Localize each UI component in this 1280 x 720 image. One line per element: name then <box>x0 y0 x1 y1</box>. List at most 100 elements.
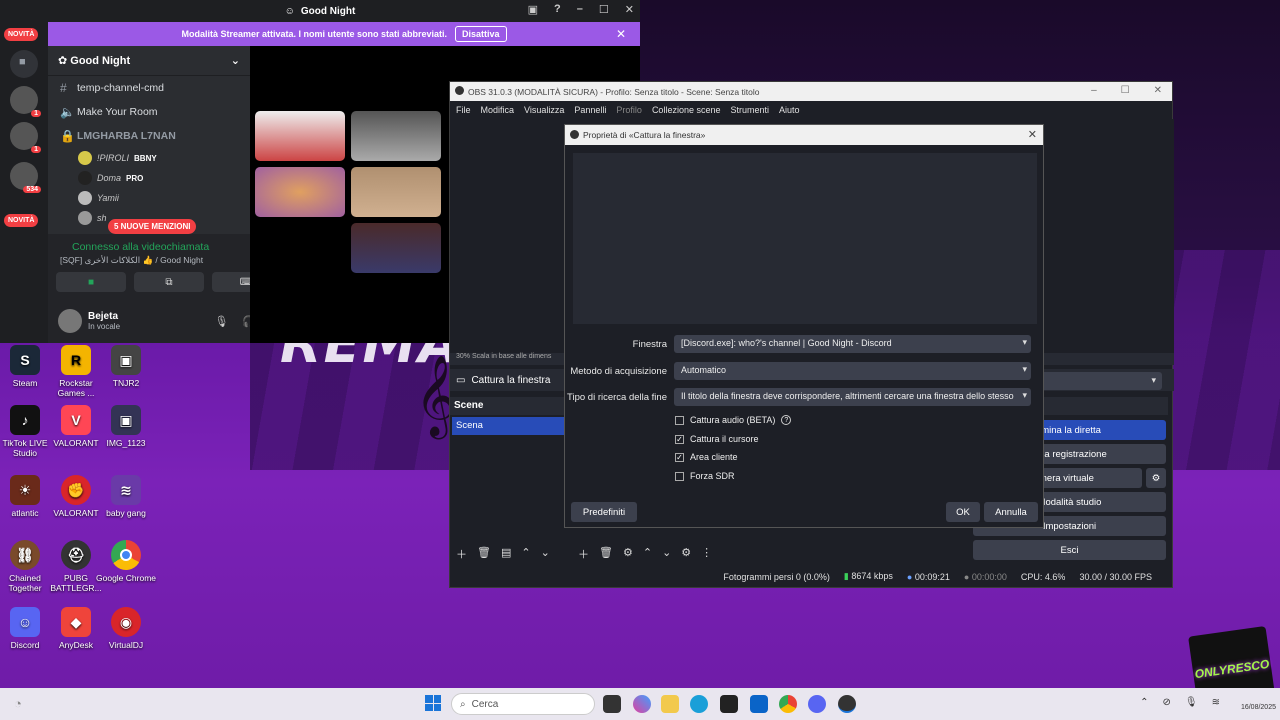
desktop-icon-chrome[interactable]: Google Chrome <box>96 540 156 583</box>
menu-visualizza[interactable]: Visualizza <box>524 105 564 115</box>
channel-make-your-room[interactable]: 🔈 Make Your Room <box>48 100 250 124</box>
maximize-icon[interactable]: ☐ <box>1121 85 1130 96</box>
microphone-icon[interactable]: 🎙 <box>1185 697 1198 708</box>
capture-audio-checkbox[interactable]: Cattura audio (BETA)? <box>675 415 792 425</box>
clock-date[interactable]: 16/08/2025 <box>1241 704 1276 711</box>
new-mentions-badge[interactable]: 5 NUOVE MENZIONI <box>108 219 197 234</box>
desktop-icon-virtualdj[interactable]: ◉ VirtualDJ <box>96 607 156 650</box>
task-view-icon[interactable] <box>603 695 621 713</box>
direct-messages-icon[interactable]: ■ <box>10 50 38 78</box>
window-select[interactable]: [Discord.exe]: who?'s channel | Good Nig… <box>674 335 1031 353</box>
menu-modifica[interactable]: Modifica <box>481 105 515 115</box>
camera-button[interactable]: ■ <box>56 272 126 292</box>
trash-icon[interactable]: 🗑 <box>599 546 613 562</box>
streamer-banner-text: Modalità Streamer attivata. I nomi utent… <box>181 29 448 39</box>
mixer-settings-icon[interactable]: ⚙ <box>681 546 691 562</box>
trash-icon[interactable]: 🗑 <box>477 546 491 562</box>
window-match-select[interactable]: Il titolo della finestra deve corrispond… <box>674 388 1031 406</box>
menu-file[interactable]: File <box>456 105 471 115</box>
desktop-icon-baby-gang[interactable]: ≋ baby gang <box>96 475 156 518</box>
virtual-camera-settings-button[interactable]: ⚙ <box>1146 468 1166 488</box>
server-icon[interactable]: 534 <box>10 162 41 193</box>
close-icon[interactable]: ✕ <box>1028 128 1037 141</box>
capture-cursor-checkbox[interactable]: ✓ Cattura il cursore <box>675 434 759 444</box>
checkbox[interactable] <box>675 471 684 481</box>
voice-user[interactable]: Doma PRO <box>48 168 250 188</box>
streamer-mode-banner: Modalità Streamer attivata. I nomi utent… <box>48 22 640 46</box>
screen-share-button[interactable]: ⧉ <box>134 272 204 292</box>
scene-list-item[interactable]: Scena <box>452 417 568 435</box>
search-input[interactable]: ⌕ Cerca <box>451 693 595 715</box>
voice-user[interactable]: !PIROLI BBNY <box>48 148 250 168</box>
store-icon[interactable] <box>720 695 738 713</box>
avatar <box>78 171 92 185</box>
guild-header[interactable]: ✿ Good Night ⌄ <box>48 46 250 76</box>
edge-icon[interactable] <box>690 695 708 713</box>
close-icon[interactable]: ✕ <box>1154 85 1162 96</box>
defaults-button[interactable]: Predefiniti <box>571 502 637 522</box>
desktop-icon-tnjr2[interactable]: ▣ TNJR2 <box>96 345 156 388</box>
wifi-icon[interactable]: ≋ <box>1212 697 1220 708</box>
gear-icon[interactable]: ⚙ <box>623 546 633 562</box>
avatar[interactable] <box>58 309 82 333</box>
menu-pannelli[interactable]: Pannelli <box>574 105 606 115</box>
close-icon[interactable]: ✕ <box>625 3 634 16</box>
discord-icon[interactable] <box>808 695 826 713</box>
help-icon[interactable]: ? <box>554 3 561 16</box>
help-icon[interactable]: ? <box>781 415 792 425</box>
arrow-down-icon[interactable]: ⌄ <box>541 546 550 562</box>
more-vertical-icon[interactable]: ⋮ <box>701 546 712 562</box>
chrome-icon[interactable] <box>779 695 797 713</box>
file-explorer-icon[interactable] <box>661 695 679 713</box>
maximize-icon[interactable]: ☐ <box>599 3 609 16</box>
media-icon: ≋ <box>111 475 141 505</box>
capture-method-label: Metodo di acquisizione <box>570 365 667 377</box>
add-icon[interactable]: ＋ <box>456 546 467 562</box>
menu-strumenti[interactable]: Strumenti <box>730 105 769 115</box>
menu-collezione-scene[interactable]: Collezione scene <box>652 105 721 115</box>
force-sdr-checkbox[interactable]: Forza SDR <box>675 471 735 481</box>
server-icon[interactable]: 1 <box>10 86 41 117</box>
inbox-icon[interactable]: ▣ <box>528 3 538 16</box>
microphone-icon[interactable]: 🎙 <box>214 315 228 328</box>
video-tile[interactable] <box>351 111 441 161</box>
widgets-icon[interactable]: ◔ <box>14 696 22 711</box>
voice-user[interactable]: Yamii <box>48 188 250 208</box>
arrow-up-icon[interactable]: ⌃ <box>521 546 530 562</box>
taskbar: ◔ ⌕ Cerca ⌃ ⊘ 🎙 ≋ 16/08/2025 <box>0 688 1280 720</box>
minimize-icon[interactable]: – <box>577 3 583 16</box>
copilot-icon[interactable] <box>633 695 651 713</box>
menu-aiuto[interactable]: Aiuto <box>779 105 800 115</box>
chevron-up-icon[interactable]: ⌃ <box>1140 697 1148 708</box>
menu-profilo[interactable]: Profilo <box>616 105 642 115</box>
close-banner-icon[interactable]: ✕ <box>616 27 626 41</box>
video-tile[interactable] <box>255 111 345 161</box>
minimize-icon[interactable]: – <box>1091 85 1097 96</box>
outlook-icon[interactable] <box>750 695 768 713</box>
video-tile[interactable] <box>351 223 441 273</box>
capture-method-select[interactable]: Automatico <box>674 362 1031 380</box>
client-area-checkbox[interactable]: ✓ Area cliente <box>675 452 738 462</box>
arrow-up-icon[interactable]: ⌃ <box>643 546 652 562</box>
channel-temp-channel-cmd[interactable]: # temp-channel-cmd <box>48 76 250 100</box>
filter-icon[interactable]: ▤ <box>501 546 511 562</box>
start-icon[interactable] <box>425 695 441 711</box>
video-tile[interactable] <box>351 167 441 217</box>
add-icon[interactable]: ＋ <box>578 546 589 562</box>
exit-button[interactable]: Esci <box>973 540 1166 560</box>
checkbox[interactable]: ✓ <box>675 452 684 462</box>
server-icon[interactable]: 1 <box>10 122 41 153</box>
disable-streamer-button[interactable]: Disattiva <box>455 26 507 42</box>
novita-badge: NOVITÀ <box>4 214 39 227</box>
desktop-icon-img1123[interactable]: ▣ IMG_1123 <box>96 405 156 448</box>
cancel-button[interactable]: Annulla <box>984 502 1038 522</box>
obs-icon[interactable] <box>838 695 856 713</box>
video-tile[interactable] <box>255 167 345 217</box>
checkbox[interactable] <box>675 415 684 425</box>
checkbox[interactable]: ✓ <box>675 434 684 444</box>
arrow-down-icon[interactable]: ⌄ <box>662 546 671 562</box>
ok-button[interactable]: OK <box>946 502 980 522</box>
discord-titlebar: ☺ Good Night ▣ ? – ☐ ✕ <box>0 0 640 22</box>
network-icon[interactable]: ⊘ <box>1163 697 1171 708</box>
voice-category[interactable]: 🔒 LMGHARBA L7NAN <box>48 124 250 148</box>
